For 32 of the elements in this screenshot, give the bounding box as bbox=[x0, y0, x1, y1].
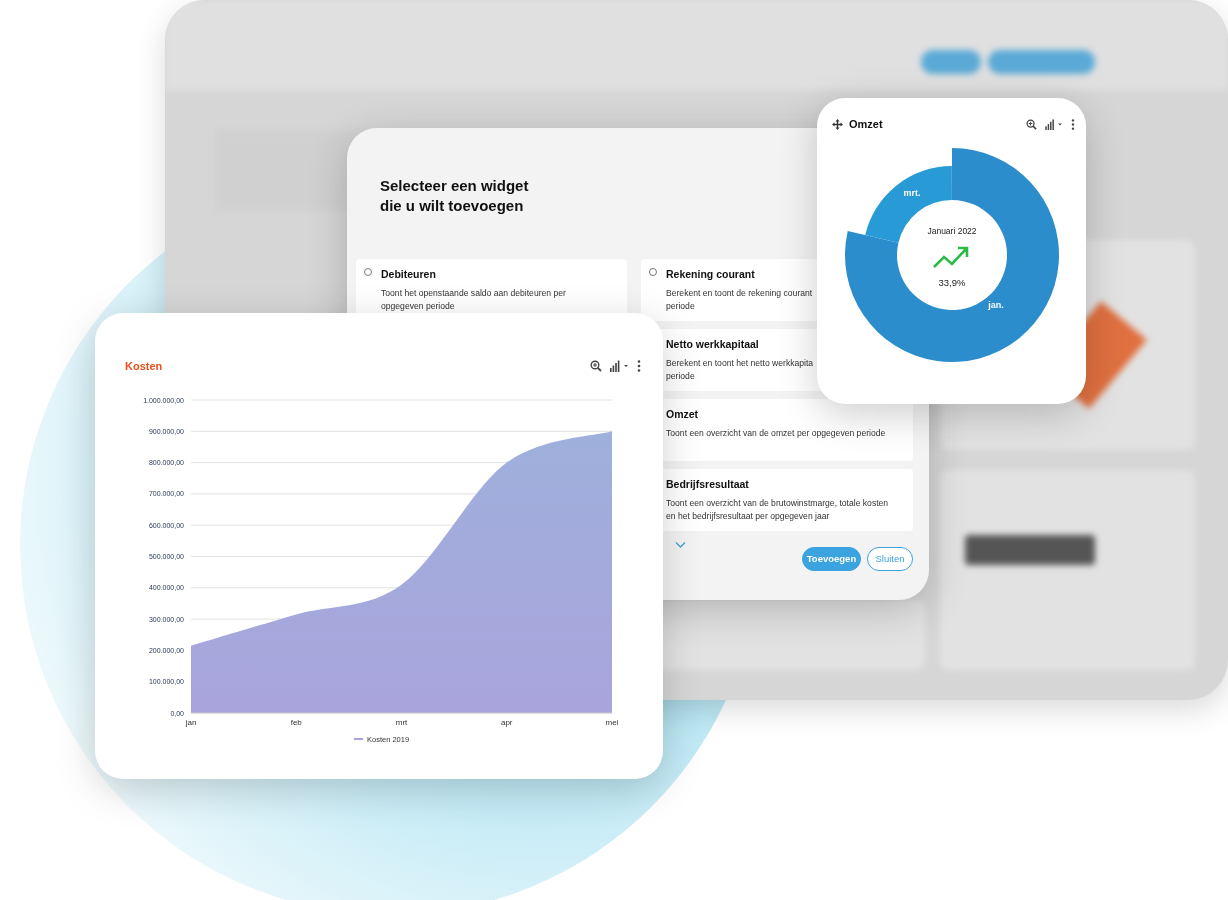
dialog-title: Selecteer een widget die u wilt toevoegen bbox=[380, 176, 529, 216]
bar-chart-dropdown-icon[interactable] bbox=[610, 360, 629, 372]
center-value: 33,9% bbox=[938, 277, 966, 288]
axis-tick-label: mrt bbox=[395, 718, 408, 727]
widget-description: Berekent en toont het netto werkkapita periode bbox=[666, 357, 814, 383]
more-icon[interactable] bbox=[637, 360, 641, 372]
trend-up-icon bbox=[932, 246, 969, 269]
widget-description: Toont het openstaande saldo aan debiteuren per opgegeven periode bbox=[381, 287, 566, 313]
widget-description: Toont een overzicht van de omzet per opgegeven periode bbox=[666, 427, 886, 440]
zoom-in-icon[interactable] bbox=[1026, 118, 1037, 130]
bar-chart-dropdown-icon[interactable] bbox=[1045, 118, 1063, 130]
axis-tick-label: apr bbox=[500, 718, 513, 727]
axis-tick-label: mei bbox=[605, 718, 619, 727]
zoom-in-icon[interactable] bbox=[590, 360, 602, 372]
slice-label: mrt. bbox=[903, 188, 921, 198]
slice-label: jan. bbox=[988, 300, 1004, 310]
axis-tick-label: feb bbox=[290, 718, 302, 727]
widget-title: Debiteuren bbox=[381, 268, 437, 281]
move-icon[interactable] bbox=[832, 118, 843, 130]
axis-tick-label: jan bbox=[185, 718, 197, 727]
widget-title: Rekening courant bbox=[666, 268, 756, 281]
card-title: Omzet bbox=[849, 116, 883, 132]
widget-title: Omzet bbox=[666, 408, 700, 421]
center-title: Januari 2022 bbox=[927, 226, 977, 236]
widget-description: Toont een overzicht van de brutowinstmarge, totale kosten en het bedrijfsresultaat per opgegeven jaar bbox=[666, 497, 889, 523]
radio-button[interactable] bbox=[649, 268, 657, 276]
more-icon[interactable] bbox=[1071, 118, 1075, 130]
widget-description: Berekent en toont de rekening courant periode bbox=[666, 287, 813, 313]
widget-title: Bedrijfsresultaat bbox=[666, 478, 750, 491]
widget-title: Netto werkkapitaal bbox=[666, 338, 760, 351]
card-title: Kosten bbox=[125, 358, 163, 374]
radio-button[interactable] bbox=[364, 268, 372, 276]
